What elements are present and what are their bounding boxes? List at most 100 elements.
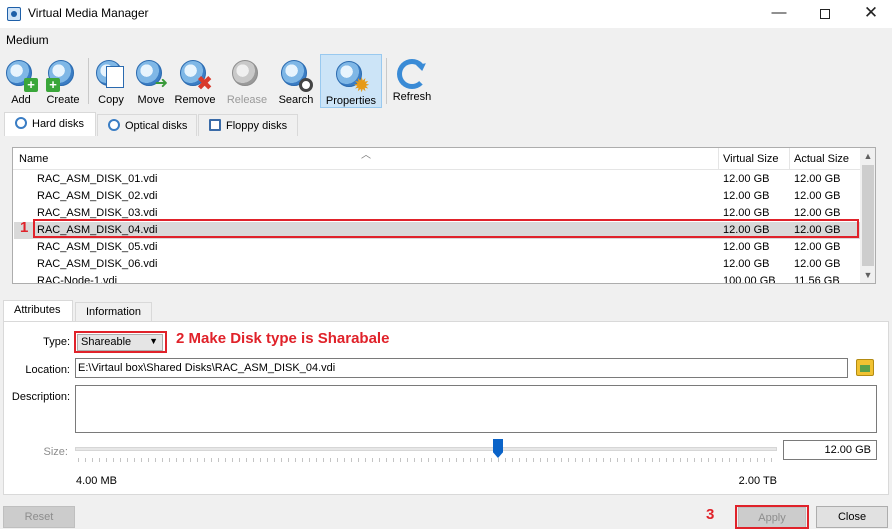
close-window-button[interactable]: ✕ bbox=[848, 0, 892, 28]
release-label: Release bbox=[226, 94, 268, 106]
search-disk-icon bbox=[279, 58, 313, 92]
menu-medium[interactable]: Medium bbox=[6, 33, 49, 47]
location-field[interactable]: E:\Virtaul box\Shared Disks\RAC_ASM_DISK… bbox=[75, 358, 848, 378]
row-virtual-size: 12.00 GB bbox=[723, 241, 770, 253]
copy-label: Copy bbox=[98, 94, 124, 106]
type-label: Type: bbox=[43, 336, 70, 348]
table-row[interactable]: RAC_ASM_DISK_02.vdi 12.00 GB 12.00 GB bbox=[14, 188, 860, 205]
row-virtual-size: 12.00 GB bbox=[723, 207, 770, 219]
copy-disk-icon bbox=[94, 58, 128, 92]
column-header-actual-size[interactable]: Actual Size bbox=[794, 153, 849, 165]
row-name: RAC_ASM_DISK_03.vdi bbox=[37, 207, 158, 219]
description-label: Description: bbox=[11, 391, 70, 403]
scrollbar-thumb[interactable] bbox=[862, 165, 874, 266]
toolbar: + Add + Create Copy ➜ Move ✖ Remove Rele… bbox=[0, 52, 892, 110]
row-virtual-size: 12.00 GB bbox=[723, 258, 770, 270]
list-header: ︿ Name Virtual Size Actual Size bbox=[13, 148, 860, 170]
create-disk-icon: + bbox=[46, 58, 80, 92]
tab-label: Optical disks bbox=[125, 120, 188, 132]
row-name: RAC_ASM_DISK_02.vdi bbox=[37, 190, 158, 202]
table-row[interactable]: RAC_ASM_DISK_05.vdi 12.00 GB 12.00 GB bbox=[14, 239, 860, 256]
row-virtual-size: 12.00 GB bbox=[723, 190, 770, 202]
move-button[interactable]: ➜ Move bbox=[133, 54, 169, 108]
row-virtual-size: 12.00 GB bbox=[723, 173, 770, 185]
slider-ticks bbox=[78, 458, 774, 462]
size-max-label: 2.00 TB bbox=[738, 475, 777, 487]
optical-disk-icon bbox=[108, 119, 120, 131]
floppy-disk-icon bbox=[209, 119, 221, 131]
disk-list[interactable]: ︿ Name Virtual Size Actual Size RAC_ASM_… bbox=[12, 147, 876, 284]
scroll-down-icon[interactable]: ▼ bbox=[860, 267, 875, 283]
maximize-button[interactable] bbox=[802, 0, 848, 28]
row-virtual-size: 100.00 GB bbox=[723, 275, 776, 284]
highlight-apply-button bbox=[735, 505, 809, 529]
remove-disk-icon: ✖ bbox=[178, 58, 213, 94]
reset-button[interactable]: Reset bbox=[3, 506, 75, 528]
move-label: Move bbox=[137, 94, 165, 106]
maximize-icon bbox=[820, 9, 830, 19]
refresh-button[interactable]: Refresh bbox=[390, 54, 434, 108]
table-row[interactable]: RAC_ASM_DISK_06.vdi 12.00 GB 12.00 GB bbox=[14, 256, 860, 273]
search-button[interactable]: Search bbox=[276, 54, 316, 108]
refresh-label: Refresh bbox=[392, 91, 432, 103]
properties-label: Properties bbox=[325, 95, 377, 107]
row-actual-size: 12.00 GB bbox=[794, 207, 841, 219]
highlight-selected-row bbox=[33, 219, 859, 238]
table-row[interactable]: RAC-Node-1.vdi 100.00 GB 11.56 GB bbox=[14, 273, 860, 284]
virtualbox-app-icon bbox=[7, 7, 21, 21]
column-divider bbox=[789, 148, 790, 170]
media-type-tabs: Hard disks Optical disks Floppy disks bbox=[0, 112, 892, 136]
copy-button[interactable]: Copy bbox=[93, 54, 129, 108]
annotation-step-3: 3 bbox=[706, 506, 715, 523]
create-label: Create bbox=[46, 94, 80, 106]
scroll-up-icon[interactable]: ▲ bbox=[860, 148, 875, 164]
column-header-name[interactable]: Name bbox=[19, 153, 48, 165]
refresh-icon bbox=[397, 59, 427, 89]
minimize-button[interactable]: — bbox=[756, 0, 802, 28]
title-bar: Virtual Media Manager — ✕ bbox=[0, 0, 892, 28]
column-divider bbox=[718, 148, 719, 170]
toolbar-separator bbox=[386, 58, 387, 104]
description-field[interactable] bbox=[75, 385, 877, 433]
menu-bar: Medium bbox=[0, 28, 892, 50]
create-button[interactable]: + Create bbox=[43, 54, 83, 108]
column-header-virtual-size[interactable]: Virtual Size bbox=[723, 153, 778, 165]
browse-folder-icon[interactable] bbox=[856, 359, 874, 376]
row-name: RAC_ASM_DISK_01.vdi bbox=[37, 173, 158, 185]
tab-label: Hard disks bbox=[32, 118, 84, 130]
vertical-scrollbar[interactable]: ▲ ▼ bbox=[860, 148, 875, 283]
size-slider-track[interactable] bbox=[75, 447, 777, 451]
properties-button[interactable]: ✹ Properties bbox=[320, 54, 382, 108]
row-actual-size: 12.00 GB bbox=[794, 241, 841, 253]
properties-icon: ✹ bbox=[334, 59, 370, 96]
row-name: RAC_ASM_DISK_05.vdi bbox=[37, 241, 158, 253]
release-button[interactable]: Release bbox=[224, 54, 270, 108]
add-disk-icon: + bbox=[4, 58, 38, 92]
annotation-step-1: 1 bbox=[20, 219, 29, 236]
add-label: Add bbox=[11, 94, 31, 106]
location-label: Location: bbox=[25, 364, 70, 376]
tab-floppy-disks[interactable]: Floppy disks bbox=[198, 114, 298, 136]
remove-button[interactable]: ✖ Remove bbox=[173, 54, 217, 108]
toolbar-separator bbox=[88, 58, 89, 104]
size-label: Size: bbox=[43, 446, 68, 458]
size-field[interactable]: 12.00 GB bbox=[783, 440, 877, 460]
tab-label: Floppy disks bbox=[226, 120, 288, 132]
close-button[interactable]: Close bbox=[816, 506, 888, 528]
row-actual-size: 11.56 GB bbox=[794, 275, 840, 284]
add-button[interactable]: + Add bbox=[3, 54, 39, 108]
sort-indicator-icon: ︿ bbox=[361, 150, 371, 161]
tab-hard-disks[interactable]: Hard disks bbox=[4, 112, 96, 136]
search-label: Search bbox=[278, 94, 314, 106]
tab-attributes[interactable]: Attributes bbox=[3, 300, 73, 322]
row-name: RAC-Node-1.vdi bbox=[37, 275, 118, 284]
row-actual-size: 12.00 GB bbox=[794, 190, 841, 202]
table-row[interactable]: RAC_ASM_DISK_01.vdi 12.00 GB 12.00 GB bbox=[14, 171, 860, 188]
tab-information[interactable]: Information bbox=[75, 302, 152, 322]
tab-optical-disks[interactable]: Optical disks bbox=[97, 114, 197, 136]
release-disk-icon bbox=[230, 58, 264, 92]
remove-label: Remove bbox=[174, 94, 216, 106]
row-actual-size: 12.00 GB bbox=[794, 258, 841, 270]
annotation-step-2: 2 Make Disk type is Sharabale bbox=[176, 330, 390, 347]
row-name: RAC_ASM_DISK_06.vdi bbox=[37, 258, 158, 270]
